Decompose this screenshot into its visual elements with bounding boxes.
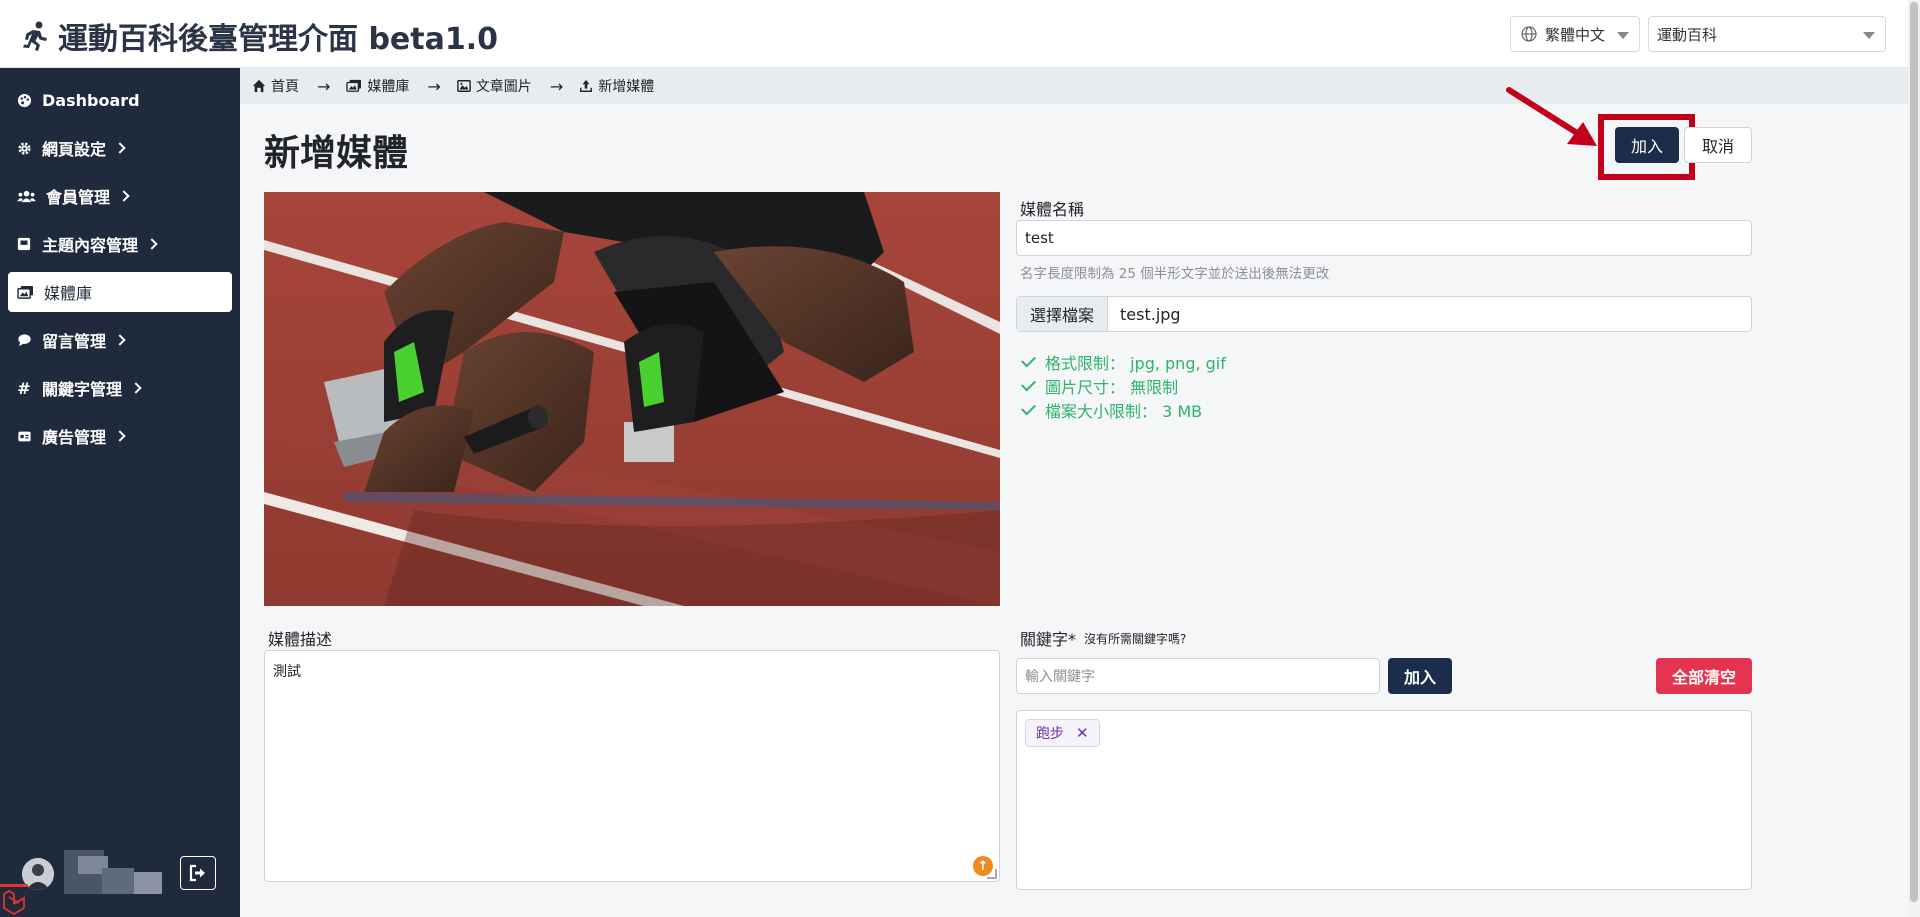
keyword-missing-link[interactable]: 沒有所需關鍵字嗎? (1084, 630, 1186, 647)
sidebar-item-label: 關鍵字管理 (42, 380, 123, 399)
breadcrumb-media-library[interactable]: 媒體庫 (346, 76, 409, 96)
keyword-tag-list: 跑步 ✕ (1016, 710, 1752, 890)
cancel-button[interactable]: 取消 (1684, 127, 1752, 163)
breadcrumb: 首頁 → 媒體庫 → 文章圖片 → 新增媒體 (240, 68, 1908, 104)
keyword-label: 關鍵字* (1020, 630, 1077, 649)
chevron-right-icon (114, 334, 126, 346)
logout-icon (189, 864, 205, 882)
app-title: 運動百科後臺管理介面 beta1.0 (58, 22, 498, 57)
check-icon (1021, 376, 1036, 392)
sidebar-item-topic-content[interactable]: 主題內容管理 (8, 224, 232, 264)
upload-badge-icon[interactable]: ↑ (973, 856, 993, 876)
chevron-right-icon (130, 382, 142, 394)
chevron-right-icon (114, 142, 126, 154)
rule-text: 格式限制： jpg, png, gif (1045, 354, 1226, 373)
ad-icon (16, 428, 32, 444)
media-name-hint: 名字長度限制為 25 個半形文字並於送出後無法更改 (1020, 266, 1330, 282)
keyword-tag: 跑步 ✕ (1025, 719, 1100, 747)
sidebar: Dashboard 網頁設定 會員管理 主題內容管理 媒體庫 留言管理 # 關鍵… (0, 68, 240, 917)
rule-text: 圖片尺寸： 無限制 (1045, 378, 1179, 397)
breadcrumb-new-media: 新增媒體 (579, 76, 654, 96)
globe-icon (1521, 26, 1537, 42)
annotation-arrow-icon (1506, 87, 1597, 146)
sidebar-item-dashboard[interactable]: Dashboard (8, 80, 232, 120)
breadcrumb-home[interactable]: 首頁 (252, 76, 299, 96)
chevron-right-icon (114, 430, 126, 442)
close-icon[interactable]: ✕ (1076, 724, 1089, 742)
sidebar-item-label: 媒體庫 (44, 284, 93, 303)
logout-button[interactable] (180, 856, 216, 890)
comment-icon (16, 332, 32, 348)
sidebar-item-label: 廣告管理 (42, 428, 107, 447)
description-textarea[interactable]: 測試 (264, 650, 1000, 882)
chevron-down-icon (1863, 32, 1875, 39)
users-icon (16, 188, 36, 204)
home-icon (252, 79, 266, 93)
arrow-right-icon: → (317, 76, 331, 96)
check-icon (1021, 400, 1036, 416)
clear-all-button[interactable]: 全部清空 (1656, 658, 1752, 694)
chevron-right-icon (146, 238, 158, 250)
breadcrumb-label: 首頁 (271, 79, 299, 95)
file-picker[interactable]: 選擇檔案 test.jpg (1016, 296, 1752, 332)
choose-file-button[interactable]: 選擇檔案 (1017, 297, 1108, 331)
site-select[interactable]: 運動百科 (1648, 16, 1886, 52)
chevron-down-icon (1617, 32, 1629, 39)
chevron-right-icon (118, 190, 130, 202)
media-name-label: 媒體名稱 (1020, 200, 1085, 219)
user-name-redacted (64, 850, 164, 894)
rule-text: 檔案大小限制： 3 MB (1045, 402, 1203, 421)
gear-icon (16, 140, 32, 156)
description-value: 測試 (273, 664, 301, 680)
file-name: test.jpg (1120, 304, 1181, 324)
description-label: 媒體描述 (268, 630, 333, 649)
arrow-right-icon: → (549, 76, 564, 96)
images-icon (346, 79, 362, 92)
breadcrumb-article-images[interactable]: 文章圖片 (456, 76, 532, 96)
palette-icon (16, 92, 32, 108)
sidebar-item-settings[interactable]: 網頁設定 (8, 128, 232, 168)
sidebar-item-label: 留言管理 (42, 332, 107, 351)
laravel-logo-icon (0, 884, 28, 916)
sidebar-item-label: 主題內容管理 (42, 236, 139, 255)
breadcrumb-label: 媒體庫 (367, 79, 410, 95)
keyword-tag-label: 跑步 (1036, 726, 1064, 742)
keyword-add-button[interactable]: 加入 (1388, 658, 1452, 694)
media-preview-image (264, 192, 1000, 606)
sidebar-item-label: Dashboard (42, 90, 140, 110)
sidebar-item-label: 網頁設定 (42, 140, 107, 159)
add-button[interactable]: 加入 (1615, 127, 1679, 163)
image-icon (456, 80, 471, 92)
hashtag-icon: # (17, 378, 31, 398)
images-icon (16, 284, 34, 300)
language-value: 繁體中文 (1545, 25, 1606, 44)
sidebar-item-media-library[interactable]: 媒體庫 (8, 272, 232, 312)
language-select[interactable]: 繁體中文 (1510, 16, 1640, 52)
media-name-input[interactable]: test (1016, 220, 1752, 256)
app-brand[interactable]: 運動百科後臺管理介面 beta1.0 (20, 14, 498, 58)
breadcrumb-label: 文章圖片 (475, 79, 532, 95)
book-icon (16, 236, 32, 252)
filesize-rule: 檔案大小限制： 3 MB (1020, 398, 1202, 422)
upload-icon (580, 79, 593, 92)
sidebar-item-comments[interactable]: 留言管理 (8, 320, 232, 360)
check-icon (1021, 352, 1036, 368)
format-rule: 格式限制： jpg, png, gif (1020, 350, 1226, 374)
page-title: 新增媒體 (264, 133, 409, 174)
sidebar-item-members[interactable]: 會員管理 (8, 176, 232, 216)
arrow-right-icon: → (427, 76, 441, 96)
scrollbar-thumb[interactable] (1910, 2, 1918, 902)
sidebar-item-label: 會員管理 (46, 188, 111, 207)
keyword-input[interactable]: 輸入關鍵字 (1016, 658, 1380, 694)
sidebar-item-ads[interactable]: 廣告管理 (8, 416, 232, 456)
breadcrumb-label: 新增媒體 (598, 79, 655, 95)
site-value: 運動百科 (1657, 25, 1718, 44)
running-person-icon (23, 21, 47, 51)
top-bar: 運動百科後臺管理介面 beta1.0 繁體中文 運動百科 (0, 0, 1908, 68)
sidebar-item-keywords[interactable]: # 關鍵字管理 (8, 368, 232, 408)
size-rule: 圖片尺寸： 無限制 (1020, 374, 1178, 398)
